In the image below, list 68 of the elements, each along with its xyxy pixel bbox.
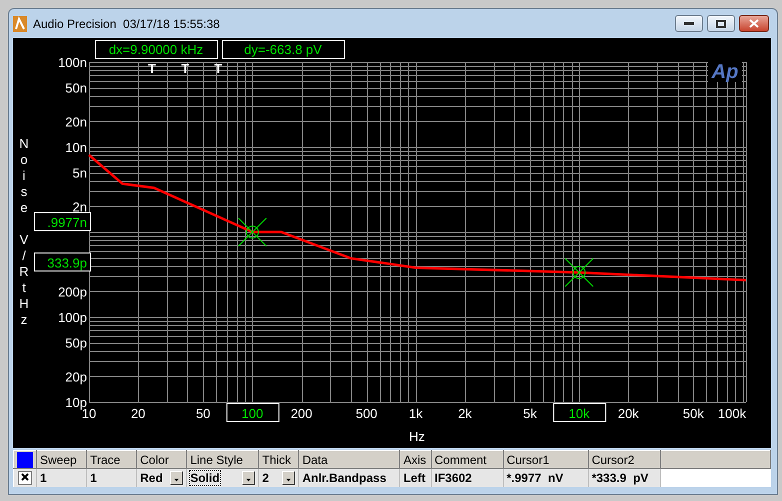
column-header[interactable]: Cursor2 [588, 450, 660, 468]
dropdown[interactable]: Solid [186, 468, 259, 486]
x-scale-label: 20 [130, 406, 146, 421]
app-icon [13, 16, 27, 32]
x-scale-label: 20k [618, 406, 639, 421]
trigger-mark: T [214, 61, 222, 76]
dropdown[interactable]: Red [136, 468, 187, 486]
trigger-mark: T [148, 61, 156, 76]
table-cell: 1 [86, 468, 137, 486]
color-swatch [17, 452, 33, 468]
cursor-y-value: 333.9p [34, 252, 91, 272]
minimize-button[interactable] [675, 15, 703, 32]
caret-icon[interactable] [242, 470, 256, 485]
column-header[interactable]: Data [298, 450, 400, 468]
y-scale-label: 10p [65, 395, 87, 410]
x-scale-label: 2k [458, 406, 472, 421]
table-cell: *333.9 pV [588, 468, 660, 486]
table-cell: Left [400, 468, 431, 486]
table-cell: IF3602 [431, 468, 504, 486]
trigger-mark: T [181, 61, 190, 76]
column-header[interactable]: Comment [431, 450, 504, 468]
x-scale-label: 100k [718, 406, 746, 421]
cursor-marker[interactable] [564, 258, 594, 287]
cursor-x-value: 10k [553, 403, 606, 422]
x-scale-label: 50 [196, 406, 210, 421]
y-scale-label: 20n [65, 114, 87, 130]
y-scale-label: 50p [65, 336, 87, 351]
window-title: Audio Precision 03/17/18 15:55:38 [33, 16, 221, 30]
maximize-icon [716, 20, 726, 28]
dropdown[interactable]: 2 [258, 468, 299, 486]
cursor-readout: dy=-663.8 pV [222, 40, 345, 59]
column-header[interactable]: Color [136, 450, 187, 468]
y-scale-label: 20p [65, 369, 87, 384]
x-scale-label: 200 [290, 406, 312, 421]
table-cell: 1 [36, 468, 87, 486]
cursor-marker[interactable] [238, 218, 267, 247]
y-scale-label: 2n [72, 199, 87, 214]
close-button[interactable] [739, 15, 769, 32]
x-scale-label: 50k [682, 406, 704, 421]
column-header[interactable]: Trace [86, 450, 137, 468]
x-scale-label: 1k [408, 406, 423, 421]
x-axis-title: Hz [409, 429, 425, 444]
checkbox[interactable] [18, 470, 32, 485]
table-cell: Anlr.Bandpass [298, 468, 400, 486]
y-scale-label: 5n [72, 166, 87, 181]
column-header[interactable]: Axis [400, 450, 431, 468]
column-header[interactable]: Sweep [36, 450, 87, 468]
caret-icon[interactable] [282, 470, 296, 485]
y-scale-label: 100n [58, 55, 87, 70]
cursor-y-value: .9977n [34, 212, 91, 232]
table-cell: *.9977 nV [503, 468, 588, 486]
maximize-button[interactable] [707, 15, 735, 32]
minimize-icon [684, 22, 694, 26]
x-scale-label: 500 [356, 406, 378, 421]
column-header[interactable]: Thick [258, 450, 299, 468]
y-axis-title: Noise V/RtHz [19, 136, 29, 327]
logo: Ap [712, 61, 738, 83]
close-icon [749, 19, 759, 28]
y-scale-label: 10n [65, 140, 87, 155]
caret-icon[interactable] [170, 470, 184, 485]
y-scale-label: 100p [58, 310, 87, 325]
y-scale-label: 200p [58, 284, 87, 300]
y-scale-label: 50n [65, 80, 87, 96]
column-header[interactable]: Cursor1 [503, 450, 588, 468]
column-header[interactable]: Line Style [186, 450, 259, 468]
cursor-x-value: 100 [226, 403, 280, 422]
x-scale-label: 5k [523, 406, 537, 421]
cursor-readout: dx=9.90000 kHz [95, 40, 218, 59]
